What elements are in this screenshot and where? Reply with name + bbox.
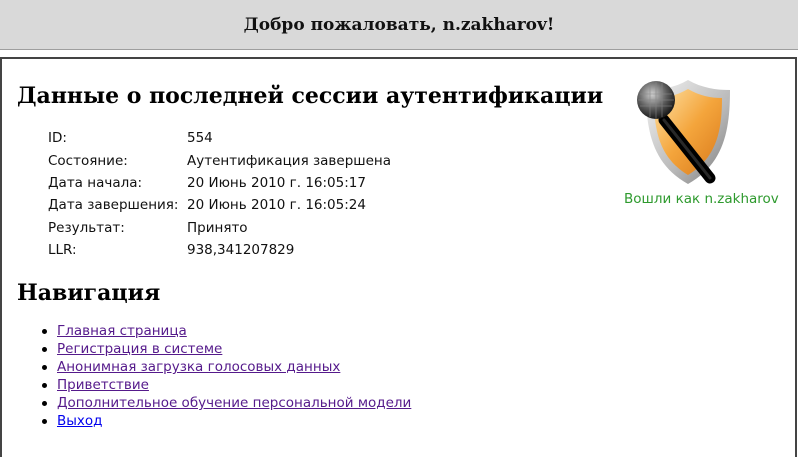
session-row-end: Дата завершения: 20 Июнь 2010 г. 16:05:2… bbox=[46, 194, 391, 216]
navigation-title: Навигация bbox=[17, 280, 161, 306]
nav-link-logout[interactable]: Выход bbox=[57, 413, 103, 429]
microphone-shield-icon bbox=[628, 72, 738, 190]
session-value: 20 Июнь 2010 г. 16:05:24 bbox=[187, 197, 366, 214]
list-item: Главная страница bbox=[41, 322, 411, 340]
session-details-table: ID: 554 Состояние: Аутентификация заверш… bbox=[46, 127, 391, 261]
session-value: Аутентификация завершена bbox=[187, 152, 392, 169]
session-key: Результат: bbox=[48, 219, 125, 236]
nav-link-home[interactable]: Главная страница bbox=[57, 323, 187, 339]
session-value: 554 bbox=[187, 130, 213, 147]
session-row-id: ID: 554 bbox=[46, 127, 391, 149]
navigation-list: Главная страница Регистрация в системе А… bbox=[41, 322, 411, 430]
nav-link-anonymous-upload[interactable]: Анонимная загрузка голосовых данных bbox=[57, 359, 340, 375]
nav-link-registration[interactable]: Регистрация в системе bbox=[57, 341, 222, 357]
session-key: ID: bbox=[48, 130, 67, 147]
session-key: LLR: bbox=[48, 242, 77, 259]
welcome-header: Добро пожаловать, n.zakharov! bbox=[0, 0, 798, 50]
list-item: Выход bbox=[41, 412, 411, 430]
session-row-result: Результат: Принято bbox=[46, 217, 391, 239]
session-value: 20 Июнь 2010 г. 16:05:17 bbox=[187, 174, 366, 191]
session-value: 938,341207829 bbox=[187, 242, 295, 259]
logged-in-status: Вошли как n.zakharov bbox=[624, 191, 779, 207]
session-row-start: Дата начала: 20 Июнь 2010 г. 16:05:17 bbox=[46, 172, 391, 194]
session-key: Дата завершения: bbox=[48, 197, 179, 214]
session-title: Данные о последней сессии аутентификации bbox=[17, 83, 604, 109]
session-row-llr: LLR: 938,341207829 bbox=[46, 239, 391, 261]
session-row-state: Состояние: Аутентификация завершена bbox=[46, 149, 391, 171]
welcome-text: Добро пожаловать, n.zakharov! bbox=[243, 14, 555, 35]
list-item: Регистрация в системе bbox=[41, 340, 411, 358]
session-value: Принято bbox=[187, 219, 248, 236]
session-key: Состояние: bbox=[48, 152, 128, 169]
nav-link-model-training[interactable]: Дополнительное обучение персональной мод… bbox=[57, 395, 411, 411]
list-item: Приветствие bbox=[41, 376, 411, 394]
session-key: Дата начала: bbox=[48, 174, 143, 191]
nav-link-greeting[interactable]: Приветствие bbox=[57, 377, 149, 393]
list-item: Дополнительное обучение персональной мод… bbox=[41, 394, 411, 412]
list-item: Анонимная загрузка голосовых данных bbox=[41, 358, 411, 376]
